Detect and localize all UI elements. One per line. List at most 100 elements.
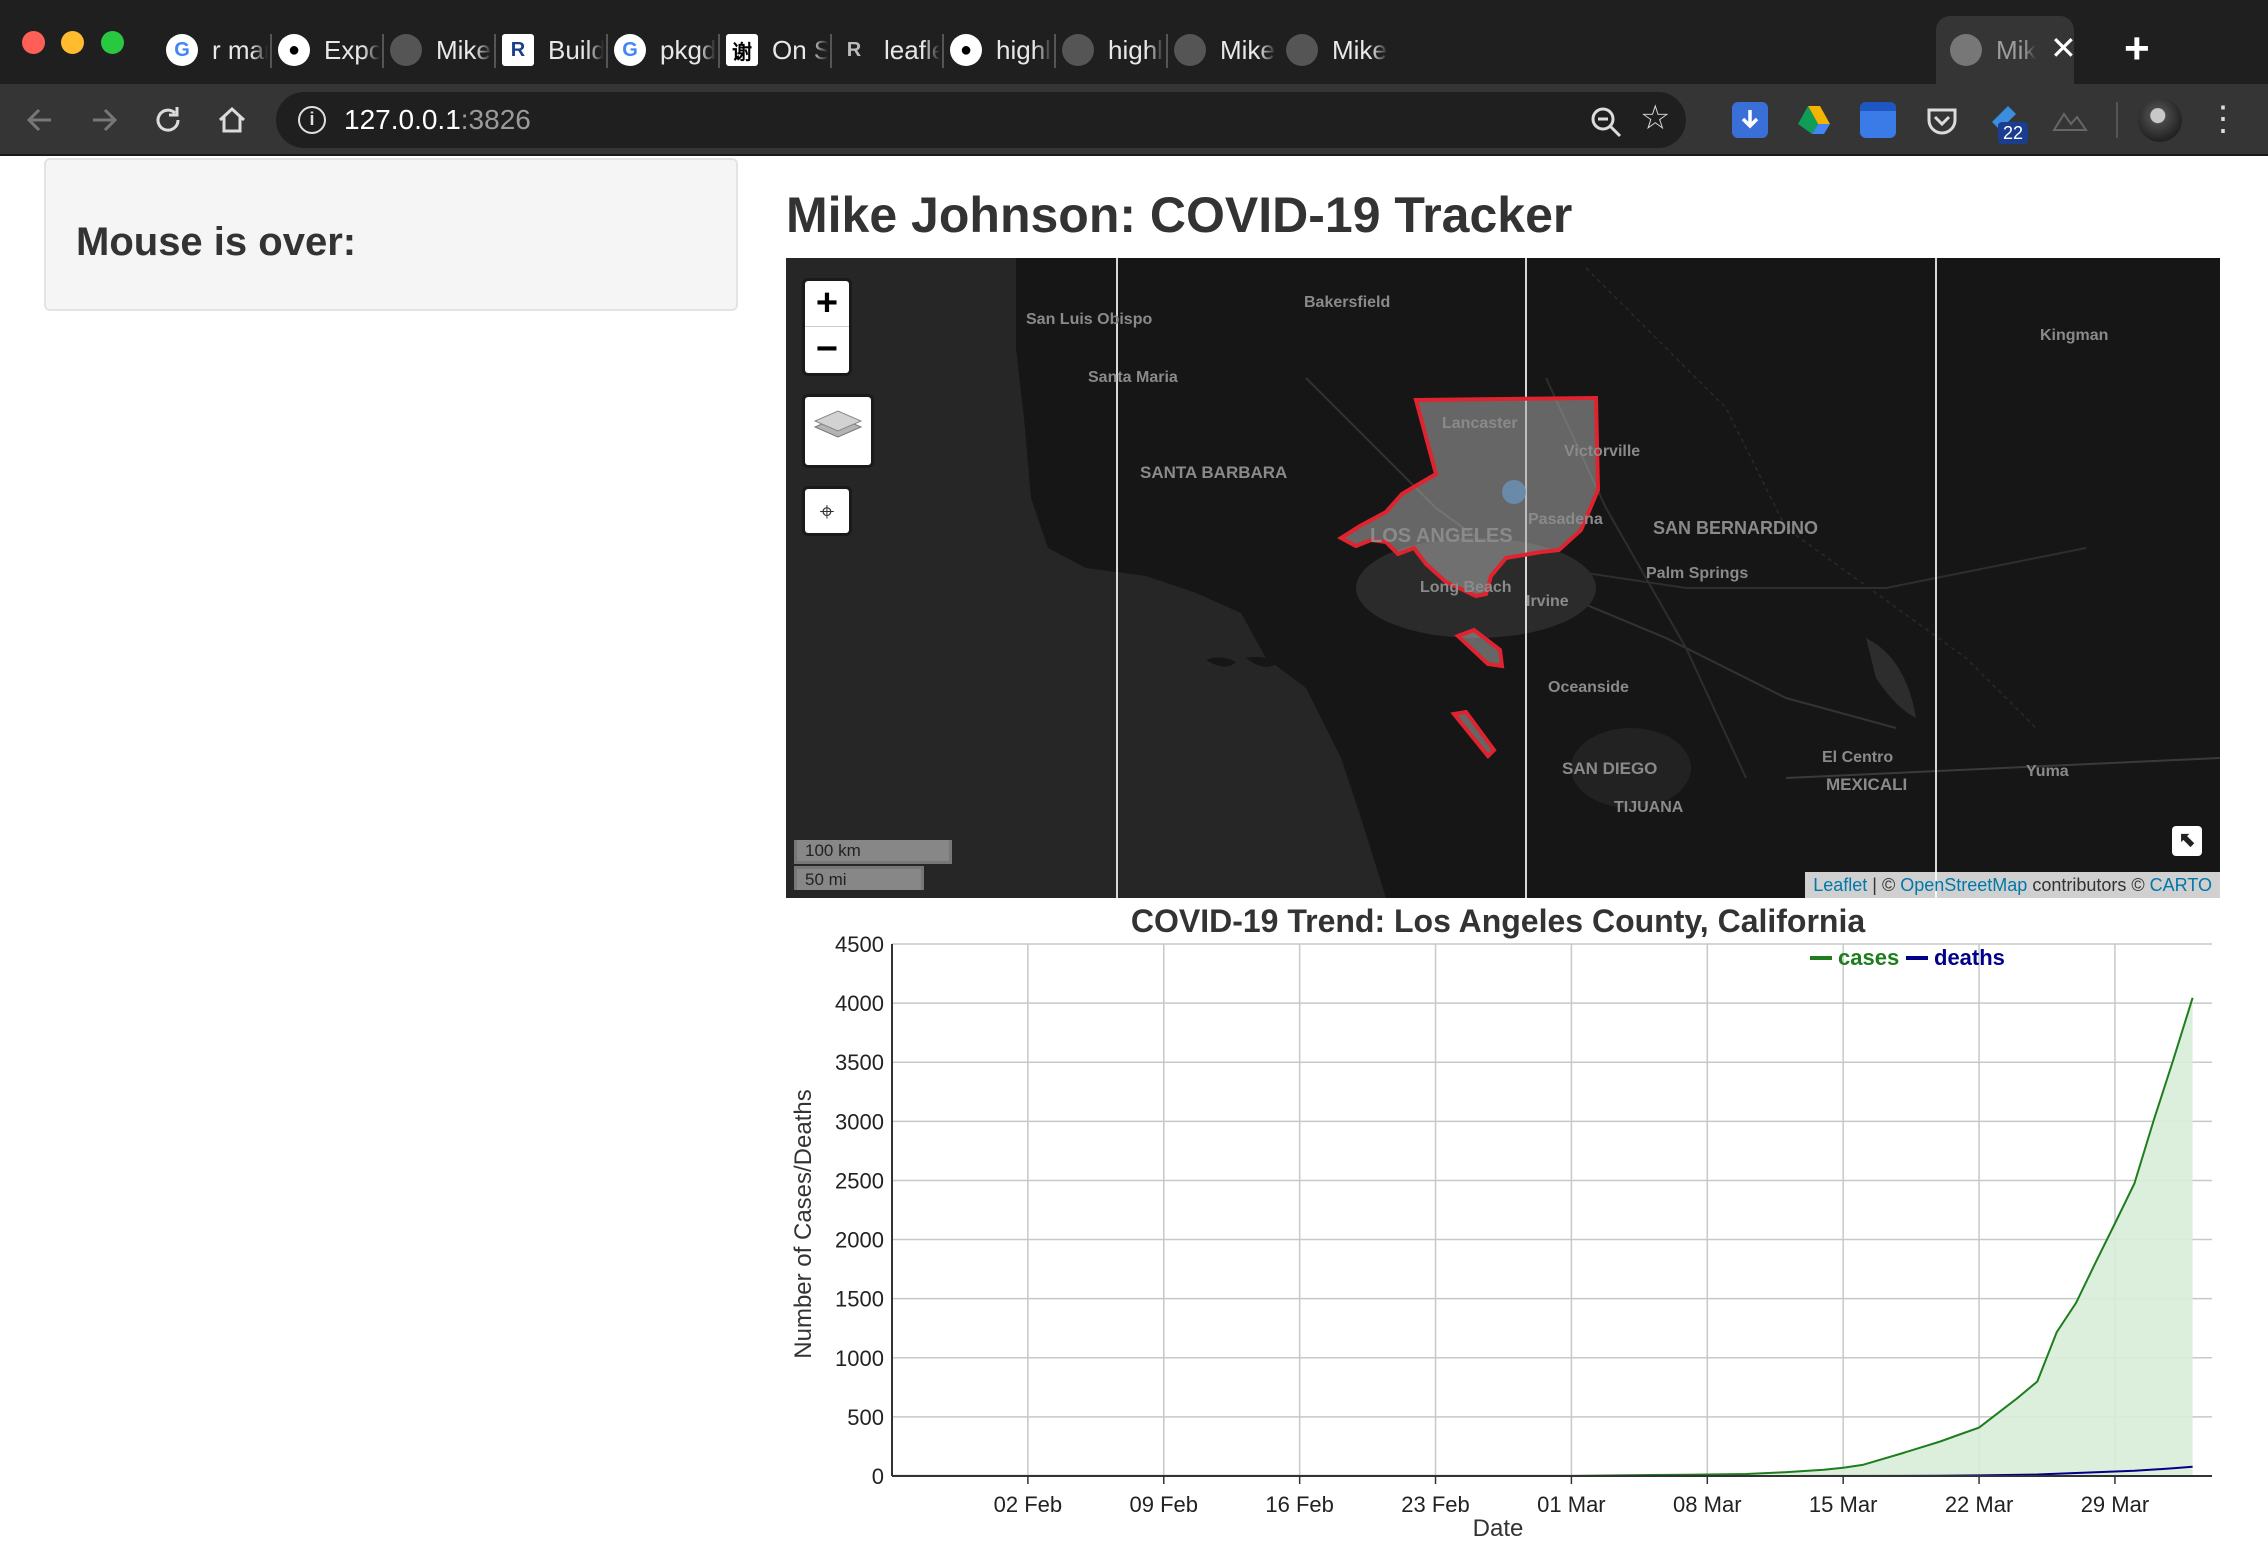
carto-link[interactable]: CARTO xyxy=(2150,875,2212,895)
x-tick-label: 22 Mar xyxy=(1945,1492,2013,1517)
arrow-right-icon xyxy=(93,108,118,132)
arrow-left-icon xyxy=(26,108,51,132)
globe-icon xyxy=(1062,34,1094,66)
bookmark-star-icon[interactable]: ☆ xyxy=(1640,98,1670,138)
profile-avatar[interactable] xyxy=(2138,98,2182,142)
extension-badge-icon[interactable]: 22 xyxy=(1988,102,2029,144)
layers-control-button[interactable] xyxy=(802,394,874,468)
x-tick-label: 16 Feb xyxy=(1265,1492,1334,1517)
reload-button[interactable] xyxy=(144,96,192,144)
chart-legend: cases deaths xyxy=(1810,945,2005,970)
series-area-cases xyxy=(892,997,2193,1476)
new-tab-button[interactable]: + xyxy=(2124,24,2150,74)
scale-bar-km: 100 km xyxy=(794,840,952,864)
label-san-luis-obispo: San Luis Obispo xyxy=(1026,311,1152,328)
kebab-menu-icon[interactable]: ⋮ xyxy=(2206,94,2240,144)
zoom-out-button[interactable]: − xyxy=(805,327,849,373)
label-san-diego: SAN DIEGO xyxy=(1562,759,1657,778)
tab-4[interactable]: R Building xyxy=(502,16,604,84)
tab-title: Mike Jo xyxy=(1332,34,1388,65)
label-los-angeles: LOS ANGELES xyxy=(1370,525,1513,547)
map-tiles[interactable]: Bakersfield San Luis Obispo Santa Maria … xyxy=(786,258,2220,898)
x-tick-label: 02 Feb xyxy=(994,1492,1063,1517)
locate-button[interactable]: ⌖ xyxy=(802,486,852,536)
tab-separator xyxy=(270,34,272,68)
x-tick-label: 09 Feb xyxy=(1130,1492,1199,1517)
page-title: Mike Johnson: COVID-19 Tracker xyxy=(786,187,1573,243)
tab-11[interactable]: Mike Jo xyxy=(1286,16,1388,84)
osm-link[interactable]: OpenStreetMap xyxy=(1900,875,2027,895)
x-axis-label: Date xyxy=(1473,1515,1524,1542)
tab-2[interactable]: ● Export : xyxy=(278,16,380,84)
label-santa-barbara: SANTA BARBARA xyxy=(1140,463,1287,482)
mouse-over-label: Mouse is over: xyxy=(76,220,357,264)
leaflet-map[interactable]: Bakersfield San Luis Obispo Santa Maria … xyxy=(786,258,2220,898)
r-package-icon: R xyxy=(502,34,534,66)
tab-active-title: Mik xyxy=(1996,34,2037,65)
tab-1[interactable]: Gr markd xyxy=(166,16,268,84)
tab-close-icon[interactable]: ✕ xyxy=(2050,30,2077,66)
google-drive-icon[interactable] xyxy=(1796,102,1832,138)
tab-separator xyxy=(1054,34,1056,68)
extension-badge-count: 22 xyxy=(1998,122,2029,144)
label-bakersfield: Bakersfield xyxy=(1304,294,1390,311)
y-tick-label: 2000 xyxy=(835,1228,884,1253)
covid-trend-chart: COVID-19 Trend: Los Angeles County, Cali… xyxy=(786,898,2220,1548)
tab-6[interactable]: 谢 On Synt xyxy=(726,16,828,84)
chart-svg: COVID-19 Trend: Los Angeles County, Cali… xyxy=(790,903,2212,1542)
tab-3[interactable]: Mike Jo xyxy=(390,16,492,84)
tab-separator xyxy=(606,34,608,68)
y-tick-label: 3500 xyxy=(835,1050,884,1075)
info-icon[interactable]: i xyxy=(298,106,326,134)
download-extension-icon[interactable] xyxy=(1732,102,1768,138)
window-minimize-button[interactable] xyxy=(61,31,84,54)
tab-9[interactable]: highligh xyxy=(1062,16,1164,84)
tab-title: highligh xyxy=(1108,34,1164,65)
label-mexicali: MEXICALI xyxy=(1826,775,1907,794)
reload-icon xyxy=(156,107,180,132)
zoom-control: + − xyxy=(802,278,852,376)
home-button[interactable] xyxy=(208,96,256,144)
x-tick-label: 15 Mar xyxy=(1809,1492,1877,1517)
r-logo-icon: R xyxy=(846,38,862,61)
browser-toolbar: i 127.0.0.1:3826 ☆ 22 ⋮ xyxy=(0,84,2268,156)
tab-7[interactable]: RleafletP xyxy=(838,16,940,84)
calendar-extension-icon[interactable] xyxy=(1860,102,1896,138)
label-oceanside: Oceanside xyxy=(1548,679,1629,696)
tab-8[interactable]: ● highligh xyxy=(950,16,1052,84)
y-tick-label: 1000 xyxy=(835,1346,884,1371)
x-tick-label: 01 Mar xyxy=(1537,1492,1605,1517)
y-tick-label: 500 xyxy=(847,1405,884,1430)
label-palm-springs: Palm Springs xyxy=(1646,565,1748,582)
window-maximize-button[interactable] xyxy=(101,31,124,54)
county-centroid-marker[interactable] xyxy=(1502,480,1526,504)
zoom-out-icon[interactable] xyxy=(1586,102,1626,142)
tab-10[interactable]: Mike Jo xyxy=(1174,16,1276,84)
series-line-cases xyxy=(892,997,2194,1477)
tab-5[interactable]: Gpkgdow xyxy=(614,16,716,84)
chinese-char-icon: 谢 xyxy=(726,34,758,66)
back-button[interactable] xyxy=(16,96,64,144)
pocket-icon[interactable] xyxy=(1924,102,1960,138)
globe-icon xyxy=(1950,34,1982,66)
leaflet-link[interactable]: Leaflet xyxy=(1813,875,1867,895)
tab-title: pkgdow xyxy=(660,34,716,65)
mountains-extension-icon[interactable] xyxy=(2052,102,2088,138)
tab-separator xyxy=(718,34,720,68)
expand-icon[interactable]: ⬉ xyxy=(2172,826,2202,856)
x-tick-label: 08 Mar xyxy=(1673,1492,1741,1517)
forward-button[interactable] xyxy=(80,96,128,144)
window-close-button[interactable] xyxy=(22,31,45,54)
label-lancaster: Lancaster xyxy=(1442,415,1518,432)
browser-tab-bar: Gr markd ● Export : Mike Jo R Building Gpkgdow… xyxy=(0,0,2268,84)
layers-icon xyxy=(813,410,863,438)
tab-separator xyxy=(382,34,384,68)
globe-icon xyxy=(1286,34,1318,66)
github-icon: ● xyxy=(278,34,310,66)
tab-title: r markd xyxy=(212,34,268,65)
zoom-in-button[interactable]: + xyxy=(805,281,849,327)
y-tick-label: 4500 xyxy=(835,932,884,957)
url-text[interactable]: 127.0.0.1:3826 xyxy=(344,104,531,136)
address-bar[interactable]: i 127.0.0.1:3826 ☆ xyxy=(276,92,1686,148)
google-icon: G xyxy=(166,34,198,66)
